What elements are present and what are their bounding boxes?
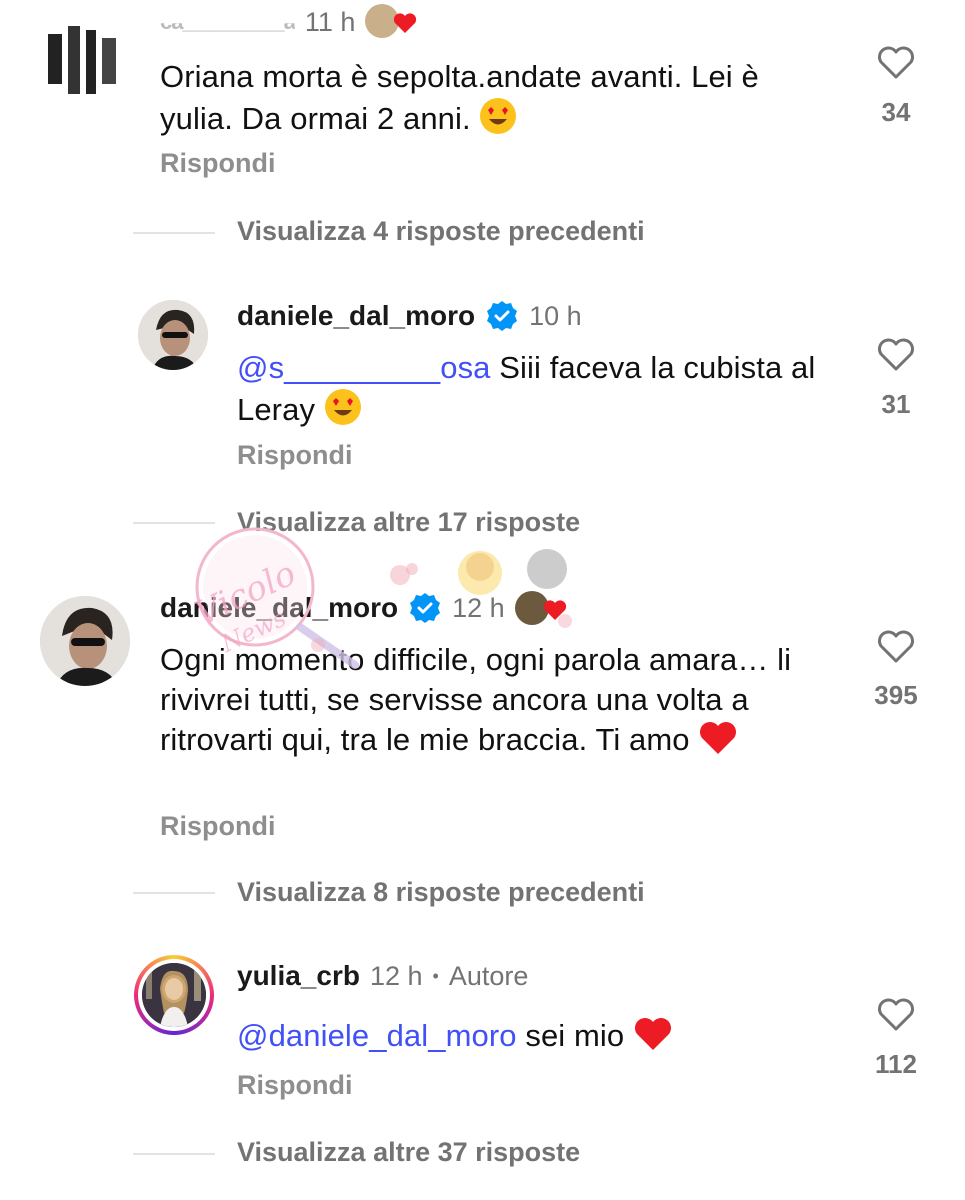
reply-button[interactable]: Rispondi bbox=[160, 148, 276, 179]
divider bbox=[133, 892, 215, 894]
divider bbox=[133, 1153, 215, 1155]
creator-liked-icon bbox=[514, 589, 571, 627]
view-more-replies[interactable]: Visualizza altre 17 risposte bbox=[237, 507, 580, 538]
username[interactable]: daniele_dal_moro bbox=[237, 300, 475, 332]
like-count: 31 bbox=[881, 389, 911, 419]
heart-icon[interactable] bbox=[876, 996, 916, 1032]
author-badge: Autore bbox=[448, 960, 529, 991]
verified-badge-icon bbox=[410, 593, 441, 623]
heart-eyes-emoji bbox=[480, 98, 517, 134]
avatar[interactable] bbox=[138, 300, 208, 370]
heart-icon[interactable] bbox=[876, 44, 916, 80]
view-previous-replies[interactable]: Visualizza 4 risposte precedenti bbox=[237, 216, 645, 247]
username[interactable]: ca_________a bbox=[160, 23, 295, 35]
comment-header: daniele_dal_moro 12 h bbox=[160, 588, 571, 628]
red-heart-emoji bbox=[634, 1018, 671, 1050]
avatar[interactable] bbox=[40, 14, 130, 104]
avatar[interactable] bbox=[40, 596, 130, 686]
comment-text: Ogni momento difficile, ogni parola amar… bbox=[160, 642, 792, 757]
reply-button[interactable]: Rispondi bbox=[237, 440, 353, 471]
comment-text: Oriana morta è sepolta.andate avanti. Le… bbox=[160, 59, 759, 136]
timestamp: 12 h bbox=[452, 592, 505, 623]
mention-link[interactable]: @daniele_dal_moro bbox=[237, 1018, 517, 1053]
avatar-story-ring[interactable] bbox=[134, 955, 214, 1035]
divider bbox=[133, 522, 215, 524]
verified-badge-icon bbox=[487, 301, 518, 331]
reply-button[interactable]: Rispondi bbox=[160, 811, 276, 842]
view-previous-replies[interactable]: Visualizza 8 risposte precedenti bbox=[237, 877, 645, 908]
divider bbox=[133, 232, 215, 234]
like-count: 34 bbox=[881, 97, 911, 127]
creator-liked-icon bbox=[365, 4, 417, 40]
like-count: 395 bbox=[874, 680, 918, 710]
username[interactable]: yulia_crb bbox=[237, 960, 360, 992]
timestamp: 12 h bbox=[369, 960, 423, 991]
comment-header: ca_________a 11 h bbox=[160, 2, 417, 42]
like-count: 112 bbox=[875, 1049, 917, 1079]
reply-button[interactable]: Rispondi bbox=[237, 1070, 353, 1101]
comment-header: daniele_dal_moro 10 h bbox=[237, 296, 582, 336]
avatar bbox=[142, 963, 206, 1027]
comment-text: @daniele_dal_moro sei mio bbox=[237, 1016, 837, 1056]
mention-link[interactable]: @s_________osa bbox=[237, 350, 491, 385]
timestamp: 10 h bbox=[529, 300, 582, 331]
comment-text: @s_________osa Siii faceva la cubista al… bbox=[237, 350, 816, 427]
timestamp: 11 h bbox=[304, 6, 356, 37]
red-heart-emoji bbox=[700, 722, 737, 754]
comment-header: yulia_crb 12 h • Autore bbox=[237, 956, 528, 996]
heart-icon[interactable] bbox=[876, 628, 916, 664]
view-more-replies[interactable]: Visualizza altre 37 risposte bbox=[237, 1137, 580, 1168]
username[interactable]: daniele_dal_moro bbox=[160, 592, 398, 624]
heart-eyes-emoji bbox=[324, 389, 361, 425]
separator-dot: • bbox=[432, 965, 439, 986]
heart-icon[interactable] bbox=[876, 336, 916, 372]
